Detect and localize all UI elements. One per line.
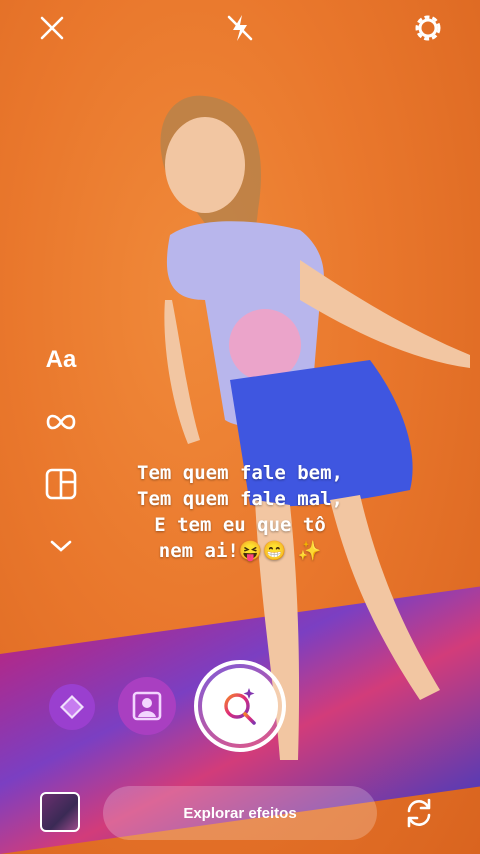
portrait-effect-icon bbox=[132, 691, 162, 721]
creative-tools: Aa bbox=[30, 340, 92, 588]
caption-line: Tem quem fale mal, bbox=[137, 488, 343, 510]
search-sparkle-icon bbox=[224, 688, 256, 725]
explore-effects-button[interactable]: Explorar efeitos bbox=[103, 786, 377, 840]
explore-effects-label: Explorar efeitos bbox=[183, 804, 297, 822]
caption-line: Tem quem fale bem, bbox=[137, 462, 343, 484]
story-caption[interactable]: Tem quem fale bem, Tem quem fale mal, E … bbox=[100, 460, 380, 564]
gem-effect-button[interactable] bbox=[49, 684, 95, 730]
flash-off-icon[interactable] bbox=[222, 10, 258, 46]
text-tool-button[interactable]: Aa bbox=[30, 340, 92, 380]
bottom-bar: Explorar efeitos bbox=[0, 770, 480, 854]
camera-flip-icon[interactable] bbox=[400, 794, 438, 832]
chevron-down-icon[interactable] bbox=[30, 526, 92, 566]
capture-button[interactable] bbox=[194, 660, 286, 752]
infinity-icon[interactable] bbox=[30, 402, 92, 442]
caption-line: nem ai!😝😁 ✨ bbox=[158, 540, 322, 562]
portrait-effect-button[interactable] bbox=[118, 677, 176, 735]
capture-inner bbox=[202, 668, 278, 744]
caption-line: E tem eu que tô bbox=[154, 514, 326, 536]
gem-effect-icon bbox=[60, 695, 84, 719]
gallery-thumbnail[interactable] bbox=[40, 792, 80, 832]
close-icon[interactable] bbox=[34, 10, 70, 46]
layout-icon[interactable] bbox=[30, 464, 92, 504]
gear-icon[interactable] bbox=[410, 10, 446, 46]
